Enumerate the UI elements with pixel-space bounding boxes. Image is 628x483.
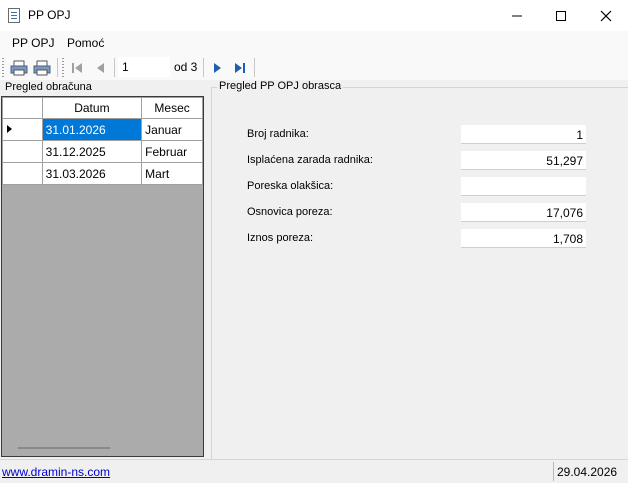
maximize-button[interactable] bbox=[538, 0, 584, 31]
current-row-icon bbox=[7, 124, 12, 133]
app-icon bbox=[8, 8, 20, 23]
field-poreska-olaksica[interactable] bbox=[461, 177, 586, 196]
cell-datum[interactable]: 31.03.2026 bbox=[41, 162, 143, 185]
minimize-button[interactable] bbox=[494, 0, 540, 31]
label-isplacena-zarada: Isplaćena zarada radnika: bbox=[247, 154, 373, 166]
column-header-datum[interactable]: Datum bbox=[41, 97, 143, 119]
print-preview-button[interactable] bbox=[8, 57, 30, 79]
calculation-overview-header: Pregled obračuna bbox=[5, 81, 92, 93]
page-count-label: od 3 bbox=[174, 60, 198, 74]
close-icon bbox=[600, 10, 612, 21]
first-record-icon bbox=[72, 63, 82, 73]
cell-datum[interactable]: 31.01.2026 bbox=[41, 118, 143, 141]
field-iznos-poreza[interactable]: 1,708 bbox=[461, 229, 586, 248]
cell-datum[interactable]: 31.12.2025 bbox=[41, 140, 143, 163]
horizontal-scrollbar-thumb[interactable] bbox=[18, 447, 110, 449]
menu-bar: PP OPJ Pomoć bbox=[0, 31, 628, 55]
page-number-input[interactable] bbox=[118, 57, 170, 77]
status-panel-divider bbox=[553, 462, 554, 481]
print-button[interactable] bbox=[31, 57, 53, 79]
print-preview-icon bbox=[10, 60, 28, 76]
next-record-button[interactable] bbox=[206, 57, 228, 79]
maximize-icon bbox=[556, 10, 566, 21]
cell-mesec[interactable]: Februar bbox=[141, 140, 203, 163]
row-selector[interactable] bbox=[2, 162, 43, 185]
table-row[interactable]: 31.01.2026 Januar bbox=[2, 118, 203, 141]
cell-mesec[interactable]: Mart bbox=[141, 162, 203, 185]
cell-mesec[interactable]: Januar bbox=[141, 118, 203, 141]
table-row[interactable]: 31.12.2025 Februar bbox=[2, 140, 203, 163]
label-iznos-poreza: Iznos poreza: bbox=[247, 232, 314, 244]
table-header-row: Datum Mesec bbox=[2, 97, 203, 119]
label-poreska-olaksica: Poreska olakšica: bbox=[247, 180, 334, 192]
last-record-icon bbox=[235, 63, 245, 73]
row-selector[interactable] bbox=[2, 118, 43, 141]
field-broj-radnika[interactable]: 1 bbox=[461, 125, 586, 144]
window-title: PP OPJ bbox=[28, 8, 71, 22]
printer-icon bbox=[33, 60, 51, 76]
label-broj-radnika: Broj radnika: bbox=[247, 128, 309, 140]
row-header-corner bbox=[2, 97, 43, 119]
table-row[interactable]: 31.03.2026 Mart bbox=[2, 162, 203, 185]
toolbar-separator bbox=[203, 58, 204, 77]
label-osnovica-poreza: Osnovica poreza: bbox=[247, 206, 333, 218]
toolbar-grip[interactable] bbox=[2, 58, 4, 77]
first-record-button[interactable] bbox=[66, 57, 88, 79]
toolbar-grip[interactable] bbox=[62, 58, 64, 77]
column-header-mesec[interactable]: Mesec bbox=[141, 97, 203, 119]
calculations-grid[interactable]: Datum Mesec 31.01.2026 Januar 31.12.2025… bbox=[1, 96, 204, 457]
toolbar-separator bbox=[114, 58, 115, 77]
last-record-button[interactable] bbox=[229, 57, 251, 79]
field-isplacena-zarada[interactable]: 51,297 bbox=[461, 151, 586, 170]
status-date: 29.04.2026 bbox=[557, 465, 618, 479]
previous-record-button[interactable] bbox=[90, 57, 112, 79]
toolbar bbox=[0, 55, 628, 80]
close-button[interactable] bbox=[583, 0, 628, 31]
title-bar: PP OPJ bbox=[0, 0, 628, 31]
field-osnovica-poreza[interactable]: 17,076 bbox=[461, 203, 586, 222]
row-selector[interactable] bbox=[2, 140, 43, 163]
menu-pomoc[interactable]: Pomoć bbox=[67, 36, 104, 50]
calculations-table: Datum Mesec 31.01.2026 Januar 31.12.2025… bbox=[2, 97, 203, 185]
website-link[interactable]: www.dramin-ns.com bbox=[2, 465, 110, 479]
menu-pp-opj[interactable]: PP OPJ bbox=[12, 36, 54, 50]
toolbar-separator bbox=[254, 58, 255, 77]
previous-record-icon bbox=[97, 63, 104, 73]
form-groupbox-title: Pregled PP OPJ obrasca bbox=[217, 80, 344, 92]
next-record-icon bbox=[214, 63, 221, 73]
minimize-icon bbox=[512, 15, 522, 16]
toolbar-separator bbox=[57, 58, 58, 77]
